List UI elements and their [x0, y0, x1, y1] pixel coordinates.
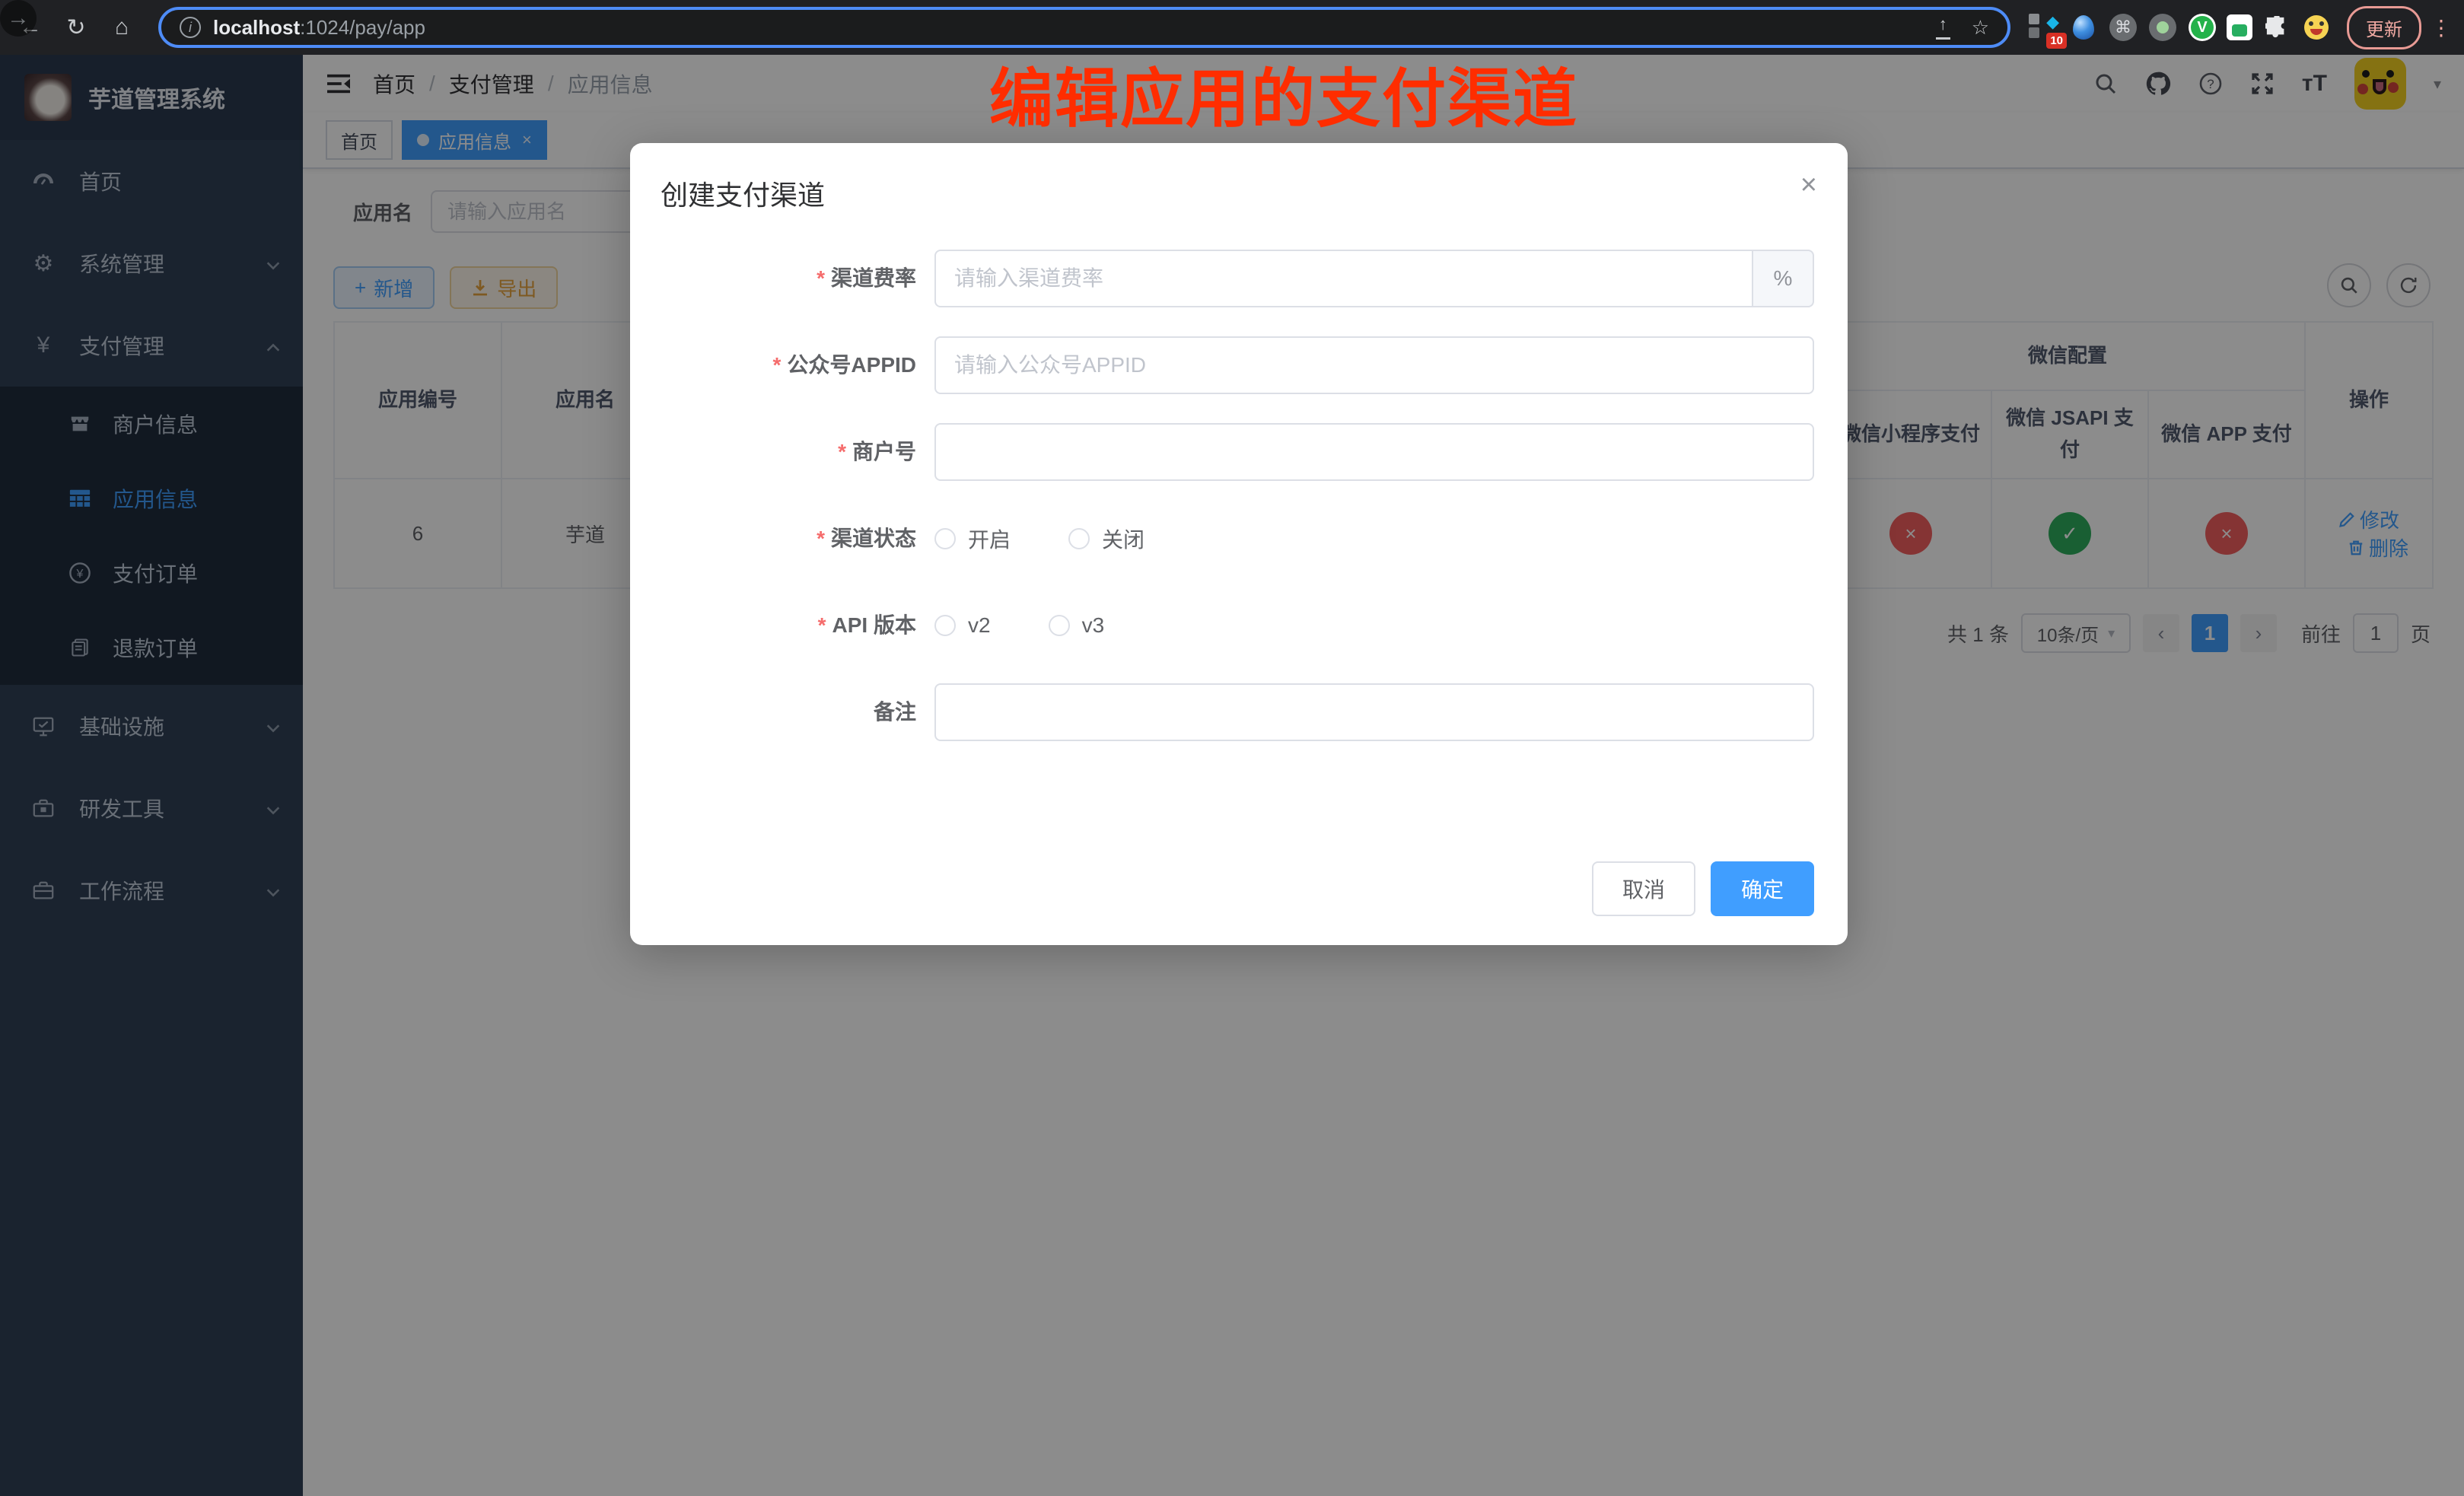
- extension-badge: 10: [2046, 33, 2067, 49]
- screen: ← → ↻ ⌂ i localhost:1024/pay/app ↑ ☆ ◆ 1…: [0, 0, 2464, 1496]
- radio-circle-icon: [1049, 615, 1070, 636]
- required-mark: *: [817, 266, 825, 290]
- radio-status-closed[interactable]: 关闭: [1068, 524, 1144, 554]
- merchant-id-input[interactable]: [934, 423, 1814, 481]
- radio-circle-icon: [934, 615, 956, 636]
- radio-circle-icon: [1068, 528, 1090, 549]
- app-root: 芋道管理系统 首页 ⚙ 系统管理 ¥ 支付管理: [0, 55, 2464, 1496]
- extension-diamond-icon[interactable]: ◆ 10: [2029, 12, 2059, 43]
- browser-menu-icon[interactable]: ⋮: [2431, 15, 2452, 40]
- cancel-button[interactable]: 取消: [1592, 861, 1695, 916]
- extension-command-icon[interactable]: ⌘: [2108, 12, 2138, 43]
- field-appid: *公众号APPID: [661, 336, 1814, 394]
- radio-status-open[interactable]: 开启: [934, 524, 1011, 554]
- required-mark: *: [838, 440, 846, 463]
- dialog-title: 创建支付渠道: [661, 180, 825, 211]
- extension-v-icon[interactable]: V: [2187, 12, 2217, 43]
- field-api-version: *API 版本 v2 v3: [661, 597, 1814, 654]
- required-mark: *: [818, 613, 826, 637]
- remark-input[interactable]: [934, 683, 1814, 741]
- url-text: localhost:1024/pay/app: [213, 16, 425, 40]
- create-pay-channel-dialog: 创建支付渠道 × *渠道费率 % *公众号APPID: [630, 143, 1848, 945]
- extension-dot-icon[interactable]: [2147, 12, 2178, 43]
- profile-emoji-icon[interactable]: [2301, 12, 2332, 43]
- dialog-close-icon[interactable]: ×: [1800, 170, 1817, 199]
- radio-api-v2[interactable]: v2: [934, 613, 991, 638]
- field-merchant-id: *商户号: [661, 423, 1814, 481]
- percent-suffix: %: [1753, 250, 1814, 307]
- extensions-puzzle-icon[interactable]: [2262, 12, 2292, 43]
- required-mark: *: [773, 353, 782, 377]
- annotation-text: 编辑应用的支付渠道: [989, 65, 1578, 132]
- required-mark: *: [817, 527, 825, 550]
- browser-chrome: ← → ↻ ⌂ i localhost:1024/pay/app ↑ ☆ ◆ 1…: [0, 0, 2464, 55]
- site-info-icon[interactable]: i: [180, 17, 201, 38]
- extension-balloon-icon[interactable]: [2068, 12, 2099, 43]
- field-channel-rate: *渠道费率 %: [661, 250, 1814, 307]
- field-channel-status: *渠道状态 开启 关闭: [661, 510, 1814, 568]
- radio-api-v3[interactable]: v3: [1049, 613, 1105, 638]
- extension-chat-icon[interactable]: [2227, 14, 2252, 40]
- share-icon[interactable]: ↑: [1936, 16, 1950, 40]
- official-appid-input[interactable]: [934, 336, 1814, 394]
- confirm-button[interactable]: 确定: [1711, 861, 1814, 916]
- browser-reload-button[interactable]: ↻: [58, 9, 94, 46]
- browser-forward-button[interactable]: →: [0, 0, 37, 37]
- bookmark-star-icon[interactable]: ☆: [1972, 16, 1989, 40]
- field-remark: 备注: [661, 683, 1814, 741]
- browser-home-button[interactable]: ⌂: [103, 9, 140, 46]
- browser-update-button[interactable]: 更新: [2347, 6, 2421, 49]
- radio-circle-icon: [934, 528, 956, 549]
- channel-rate-input[interactable]: [934, 250, 1753, 307]
- address-bar[interactable]: i localhost:1024/pay/app ↑ ☆: [158, 7, 2010, 48]
